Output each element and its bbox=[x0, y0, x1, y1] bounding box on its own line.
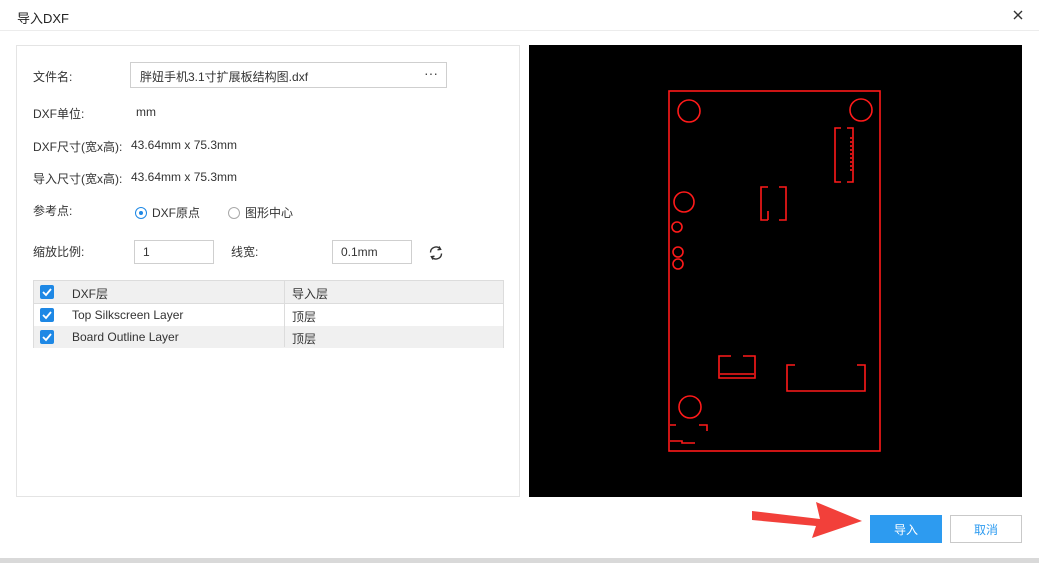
file-field[interactable]: 胖妞手机3.1寸扩展板结构图.dxf ··· bbox=[130, 62, 447, 88]
header-import-layer: 导入层 bbox=[292, 287, 329, 301]
radio-selected-icon bbox=[135, 206, 147, 219]
row-dxf-layer: Board Outline Layer bbox=[72, 330, 179, 344]
dialog-titlebar: 导入DXF bbox=[0, 0, 1039, 31]
row-import-layer[interactable]: 顶层 bbox=[292, 308, 316, 325]
import-size-value: 43.64mm x 75.3mm bbox=[131, 170, 238, 184]
header-dxf-layer: DXF层 bbox=[72, 287, 109, 301]
dialog-title: 导入DXF bbox=[17, 11, 70, 26]
mounting-hole bbox=[673, 191, 695, 213]
dxf-size-label: DXF尺寸(宽x高): bbox=[33, 140, 123, 154]
scale-input[interactable] bbox=[134, 240, 214, 264]
radio-dxf-origin[interactable]: DXF原点 bbox=[135, 204, 200, 221]
pad-circle bbox=[671, 221, 683, 233]
mounting-hole bbox=[849, 98, 873, 122]
ref-point-label: 参考点: bbox=[33, 204, 73, 218]
refresh-icon[interactable] bbox=[426, 243, 446, 263]
close-icon[interactable] bbox=[1007, 4, 1029, 26]
check-icon bbox=[42, 311, 52, 320]
column-divider bbox=[284, 281, 285, 347]
row-dxf-layer: Top Silkscreen Layer bbox=[72, 308, 184, 322]
radio-unselected-icon bbox=[228, 206, 240, 219]
pad-circle bbox=[672, 258, 684, 270]
board-outline bbox=[668, 90, 881, 452]
window-bottom-edge bbox=[0, 558, 1039, 563]
pad-circle bbox=[672, 246, 684, 258]
radio-dxf-origin-label: DXF原点 bbox=[152, 206, 201, 220]
row-checkbox[interactable] bbox=[40, 330, 54, 344]
radio-shape-center-label: 图形中心 bbox=[245, 206, 294, 220]
settings-panel bbox=[16, 45, 520, 497]
linewidth-label: 线宽: bbox=[231, 245, 259, 259]
file-name: 胖妞手机3.1寸扩展板结构图.dxf bbox=[140, 70, 309, 84]
import-button[interactable]: 导入 bbox=[870, 515, 942, 543]
unit-label: DXF单位: bbox=[33, 107, 85, 121]
row-import-layer[interactable]: 顶层 bbox=[292, 330, 316, 347]
radio-shape-center[interactable]: 图形中心 bbox=[228, 204, 293, 221]
table-row[interactable]: Board Outline Layer 顶层 bbox=[34, 326, 503, 348]
check-icon bbox=[42, 333, 52, 342]
file-label: 文件名: bbox=[33, 70, 73, 84]
row-checkbox[interactable] bbox=[40, 308, 54, 322]
component-outline bbox=[760, 186, 787, 221]
browse-button[interactable]: ··· bbox=[424, 65, 438, 81]
mounting-hole bbox=[677, 99, 701, 123]
select-all-checkbox[interactable] bbox=[40, 285, 54, 299]
import-size-label: 导入尺寸(宽x高): bbox=[33, 172, 123, 186]
table-row[interactable]: Top Silkscreen Layer 顶层 bbox=[34, 304, 503, 326]
dxf-preview-canvas bbox=[529, 45, 1022, 497]
dxf-size-value: 43.64mm x 75.3mm bbox=[131, 138, 238, 152]
layer-table-header: DXF层 导入层 bbox=[34, 281, 503, 304]
board-drawing bbox=[668, 90, 881, 452]
linewidth-input[interactable] bbox=[332, 240, 412, 264]
mounting-hole bbox=[678, 395, 702, 419]
component-outline bbox=[670, 424, 708, 444]
component-outline bbox=[786, 364, 866, 392]
unit-value: mm bbox=[136, 105, 156, 119]
red-arrow-annotation bbox=[752, 502, 862, 538]
layer-table: DXF层 导入层 Top Silkscreen Layer 顶层 Board O… bbox=[33, 280, 504, 348]
scale-label: 缩放比例: bbox=[33, 245, 85, 259]
cancel-button[interactable]: 取消 bbox=[950, 515, 1022, 543]
check-icon bbox=[42, 288, 52, 297]
